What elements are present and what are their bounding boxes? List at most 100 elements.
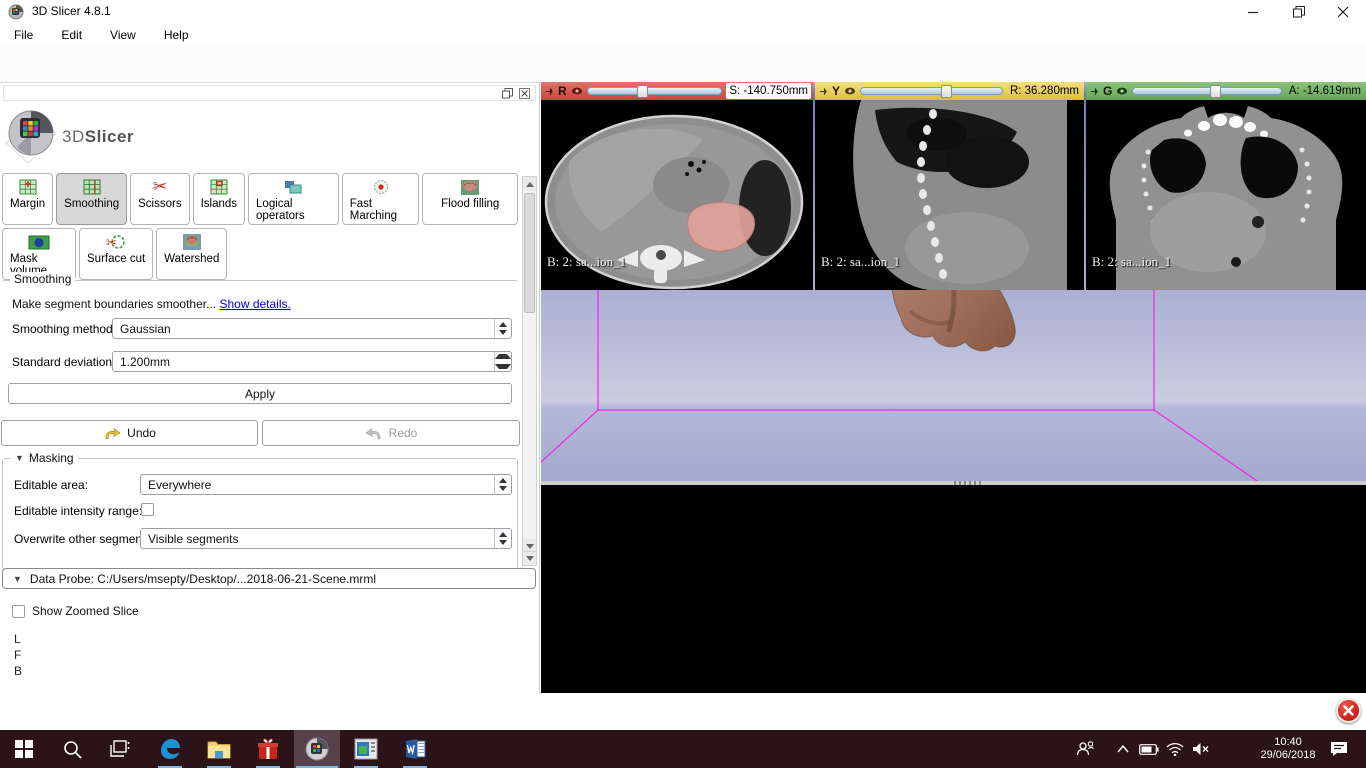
view-splitter[interactable] <box>541 481 1366 485</box>
windows-taskbar: ENGFR 10:40 29/06/2018 2 <box>0 730 1366 768</box>
close-panel-icon[interactable] <box>519 88 530 99</box>
slice-offset-slider[interactable] <box>860 87 1003 95</box>
slice-caption: B: 2: sa...ion_1 <box>547 254 626 270</box>
minimize-button[interactable] <box>1231 0 1276 24</box>
pushpin-icon[interactable] <box>545 87 554 96</box>
restore-button[interactable] <box>1276 0 1321 24</box>
yellow-slice-controller[interactable]: Y R: 36.280mm <box>815 82 1084 100</box>
word-taskbar-icon[interactable] <box>392 730 438 768</box>
pushpin-icon[interactable] <box>819 87 828 96</box>
smoothing-group-title: Smoothing <box>10 272 75 286</box>
close-button[interactable] <box>1321 0 1366 24</box>
scissors-icon: ✂ <box>149 177 171 197</box>
title-bar: 3D Slicer 4.8.1 <box>0 0 1366 24</box>
red-slice-image[interactable]: B: 2: sa...ion_1 <box>541 100 813 290</box>
svg-text:✂: ✂ <box>106 235 117 250</box>
effect-fast-marching-button[interactable]: Fast Marching <box>342 173 420 225</box>
taskbar-search-button[interactable] <box>49 730 95 768</box>
red-slice-view[interactable]: R S: -140.750mm <box>541 82 813 290</box>
apply-button[interactable]: Apply <box>8 383 512 404</box>
slider-handle[interactable] <box>1210 85 1221 98</box>
data-probe-header[interactable]: ▼ Data Probe: C:/Users/msepty/Desktop/..… <box>2 568 536 589</box>
slice-letter: Y <box>832 84 840 98</box>
pushpin-icon[interactable] <box>1090 87 1099 96</box>
effect-islands-button[interactable]: Islands <box>193 173 245 225</box>
effects-toolbox: Margin Smoothing ✂ Scissors Islands Logi… <box>2 173 518 283</box>
slice-caption: B: 2: sa...ion_1 <box>1092 254 1171 270</box>
redo-button[interactable]: Redo <box>262 420 520 446</box>
scrollbar-thumb[interactable] <box>524 193 535 313</box>
redo-icon <box>365 426 383 441</box>
show-zoomed-checkbox[interactable] <box>12 605 25 618</box>
editable-area-label: Editable area: <box>14 478 88 492</box>
people-tray-icon[interactable] <box>1068 730 1104 768</box>
task-view-button[interactable] <box>97 730 143 768</box>
show-zoomed-slice-row: Show Zoomed Slice <box>12 604 139 618</box>
intensity-range-checkbox[interactable] <box>141 503 154 516</box>
collapse-triangle-icon: ▼ <box>13 574 22 584</box>
effect-smoothing-button[interactable]: Smoothing <box>56 173 127 225</box>
spinbox-arrows[interactable] <box>494 352 511 371</box>
yellow-slice-view[interactable]: Y R: 36.280mm <box>815 82 1084 290</box>
show-details-link[interactable]: Show details. <box>219 297 290 311</box>
logical-operators-icon <box>282 177 304 197</box>
smoothing-method-combo[interactable]: Gaussian <box>112 318 512 339</box>
effect-surface-cut-button[interactable]: ✂ Surface cut <box>79 228 153 280</box>
combo-spinner[interactable] <box>494 319 511 338</box>
slider-handle[interactable] <box>941 85 952 98</box>
visibility-eye-icon[interactable] <box>844 86 856 96</box>
menu-file[interactable]: File <box>0 28 47 42</box>
islands-icon <box>208 177 230 197</box>
slice-offset-slider[interactable] <box>1132 87 1281 95</box>
effect-margin-button[interactable]: Margin <box>2 173 53 225</box>
effect-watershed-button[interactable]: Watershed <box>156 228 227 280</box>
gift-app-taskbar-icon[interactable] <box>245 730 291 768</box>
combo-spinner[interactable] <box>494 529 511 548</box>
slicer-logo-text: 3DSlicer <box>62 127 134 147</box>
volume-muted-tray-icon[interactable] <box>1186 730 1216 768</box>
scroll-up-button[interactable] <box>523 177 536 191</box>
undo-button[interactable]: Undo <box>1 420 258 446</box>
green-slice-image[interactable]: B: 2: sa...ion_1 <box>1086 100 1366 290</box>
visibility-eye-icon[interactable] <box>1116 86 1128 96</box>
overwrite-combo[interactable]: Visible segments <box>140 528 512 549</box>
effect-logical-operators-button[interactable]: Logical operators <box>248 173 339 225</box>
stddev-label: Standard deviation: <box>12 355 115 369</box>
slicer-app-icon <box>8 4 24 20</box>
slicer-taskbar-icon[interactable] <box>294 730 340 768</box>
scroll-down-button-2[interactable] <box>522 551 537 566</box>
panel-scrollbar[interactable] <box>522 176 537 554</box>
slider-handle[interactable] <box>637 85 648 98</box>
green-slice-view[interactable]: G A: -14.619mm <box>1086 82 1366 290</box>
start-button[interactable] <box>1 730 47 768</box>
menu-edit[interactable]: Edit <box>47 28 96 42</box>
smoothing-icon <box>81 177 103 197</box>
menu-view[interactable]: View <box>96 28 150 42</box>
slice-offset-slider[interactable] <box>587 87 723 95</box>
mask-volume-icon <box>28 232 50 252</box>
editable-area-combo[interactable]: Everywhere <box>140 474 512 495</box>
tray-time: 10:40 <box>1246 736 1330 749</box>
effect-flood-filling-button[interactable]: Flood filling <box>422 173 518 225</box>
green-slice-controller[interactable]: G A: -14.619mm <box>1086 82 1366 100</box>
flood-filling-icon <box>459 177 481 197</box>
probe-axis-b: B <box>14 664 22 678</box>
menu-help[interactable]: Help <box>150 28 203 42</box>
effect-scissors-button[interactable]: ✂ Scissors <box>130 173 189 225</box>
margin-icon <box>17 177 39 197</box>
yellow-slice-image[interactable]: B: 2: sa...ion_1 <box>815 100 1084 290</box>
stddev-spinbox[interactable]: 1.200mm <box>112 351 512 372</box>
file-explorer-taskbar-icon[interactable] <box>196 730 242 768</box>
red-slice-controller[interactable]: R S: -140.750mm <box>541 82 813 100</box>
action-center-icon[interactable] <box>1322 730 1356 768</box>
image-viewer-taskbar-icon[interactable] <box>343 730 389 768</box>
clock[interactable]: 10:40 29/06/2018 <box>1246 736 1330 762</box>
edge-taskbar-icon[interactable] <box>147 730 193 768</box>
probe-axis-f: F <box>14 648 21 662</box>
recorder-stop-button[interactable] <box>1336 698 1361 723</box>
combo-spinner[interactable] <box>494 475 511 494</box>
float-panel-icon[interactable] <box>502 88 513 99</box>
masking-group-title[interactable]: ▼ Masking <box>11 451 78 465</box>
slice-caption: B: 2: sa...ion_1 <box>821 254 900 270</box>
visibility-eye-icon[interactable] <box>571 86 583 96</box>
